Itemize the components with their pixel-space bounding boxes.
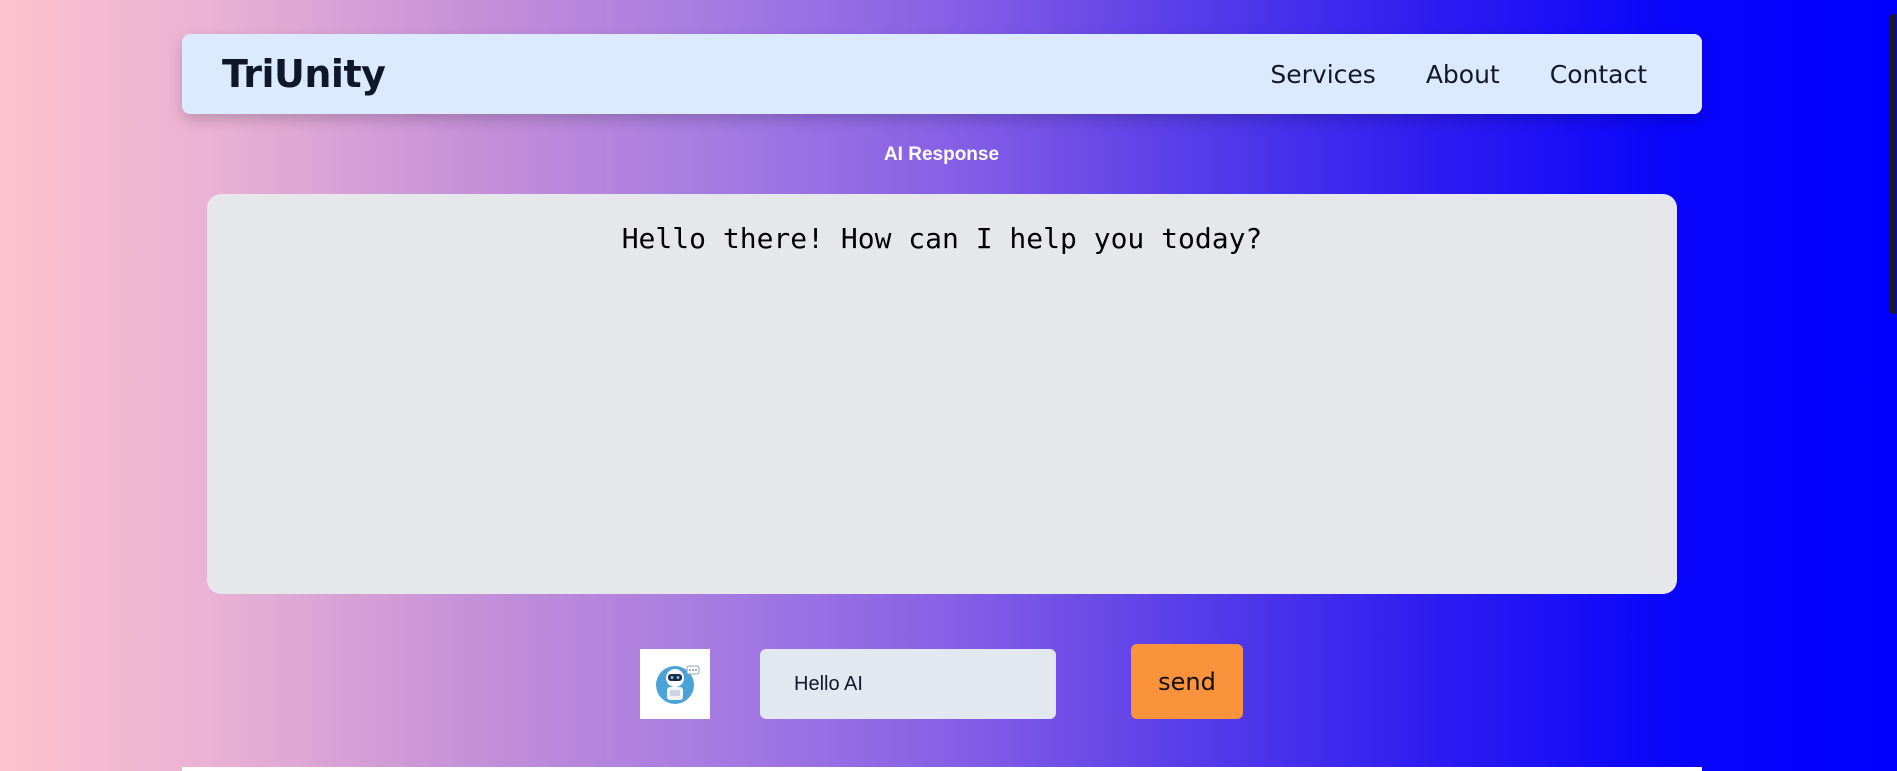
brand-logo[interactable]: TriUnity (222, 52, 386, 96)
scrollbar-thumb[interactable] (1890, 14, 1896, 314)
nav-links: Services About Contact (1270, 60, 1647, 89)
nav-link-services[interactable]: Services (1270, 60, 1375, 89)
footer-divider (182, 767, 1702, 771)
chat-input[interactable] (760, 649, 1056, 719)
robot-avatar-icon (640, 649, 710, 719)
navbar: TriUnity Services About Contact (182, 34, 1702, 114)
ai-response-text: Hello there! How can I help you today? (621, 222, 1263, 255)
nav-link-contact[interactable]: Contact (1550, 60, 1647, 89)
scrollbar[interactable] (1883, 0, 1897, 771)
ai-response-box: Hello there! How can I help you today? (207, 194, 1677, 594)
robot-icon (656, 665, 700, 704)
nav-link-about[interactable]: About (1426, 60, 1500, 89)
section-title: AI Response (883, 144, 1000, 165)
send-button[interactable]: send (1131, 644, 1243, 719)
